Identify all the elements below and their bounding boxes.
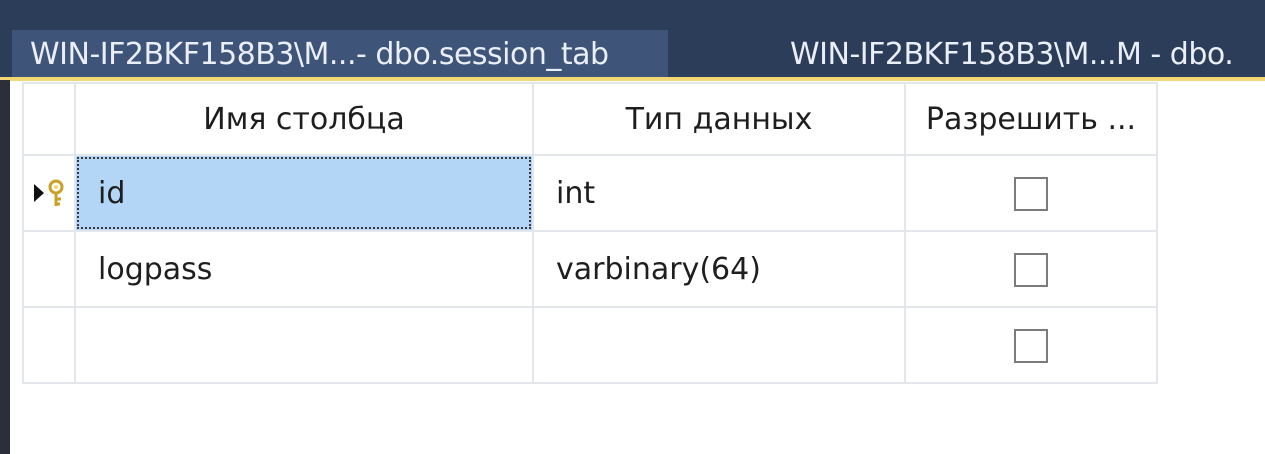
row-selector[interactable] xyxy=(22,230,76,308)
allow-nulls-checkbox[interactable] xyxy=(1014,252,1048,287)
column-definition-grid: Имя столбца Тип данных Разрешить ... id … xyxy=(22,82,1158,384)
allow-nulls-checkbox[interactable] xyxy=(1014,328,1048,363)
data-type-cell[interactable]: int xyxy=(532,154,906,232)
column-name-cell[interactable]: logpass xyxy=(74,230,534,308)
tab-session-tab[interactable]: WIN-IF2BKF158B3\M...- dbo.session_tab xyxy=(12,30,668,80)
grid-header-row: Имя столбца Тип данных Разрешить ... xyxy=(22,82,1158,156)
row-selector-header[interactable] xyxy=(22,82,76,156)
row-selector[interactable] xyxy=(22,306,76,384)
row-selector[interactable] xyxy=(22,154,76,232)
tab-other-table[interactable]: WIN-IF2BKF158B3\M...M - dbo. xyxy=(790,30,1265,80)
active-tab-accent-line xyxy=(0,77,1265,81)
table-row[interactable]: logpass varbinary(64) xyxy=(22,230,1158,308)
table-designer-window: WIN-IF2BKF158B3\M...- dbo.session_tab WI… xyxy=(0,0,1265,454)
column-name-cell[interactable] xyxy=(74,306,534,384)
data-type-cell[interactable] xyxy=(532,306,906,384)
key-icon xyxy=(48,179,64,206)
allow-nulls-cell xyxy=(904,230,1158,308)
allow-nulls-cell xyxy=(904,306,1158,384)
primary-key-row-indicator xyxy=(34,179,64,206)
row-pointer-icon xyxy=(34,184,44,202)
allow-nulls-cell xyxy=(904,154,1158,232)
table-row[interactable]: id int xyxy=(22,154,1158,232)
allow-nulls-header[interactable]: Разрешить ... xyxy=(904,82,1158,156)
data-type-header[interactable]: Тип данных xyxy=(532,82,906,156)
allow-nulls-checkbox[interactable] xyxy=(1014,176,1048,211)
document-tab-strip: WIN-IF2BKF158B3\M...- dbo.session_tab WI… xyxy=(0,0,1265,80)
column-name-cell[interactable]: id xyxy=(74,154,534,232)
pane-left-border xyxy=(0,80,10,454)
table-row[interactable] xyxy=(22,306,1158,384)
data-type-cell[interactable]: varbinary(64) xyxy=(532,230,906,308)
column-name-header[interactable]: Имя столбца xyxy=(74,82,534,156)
